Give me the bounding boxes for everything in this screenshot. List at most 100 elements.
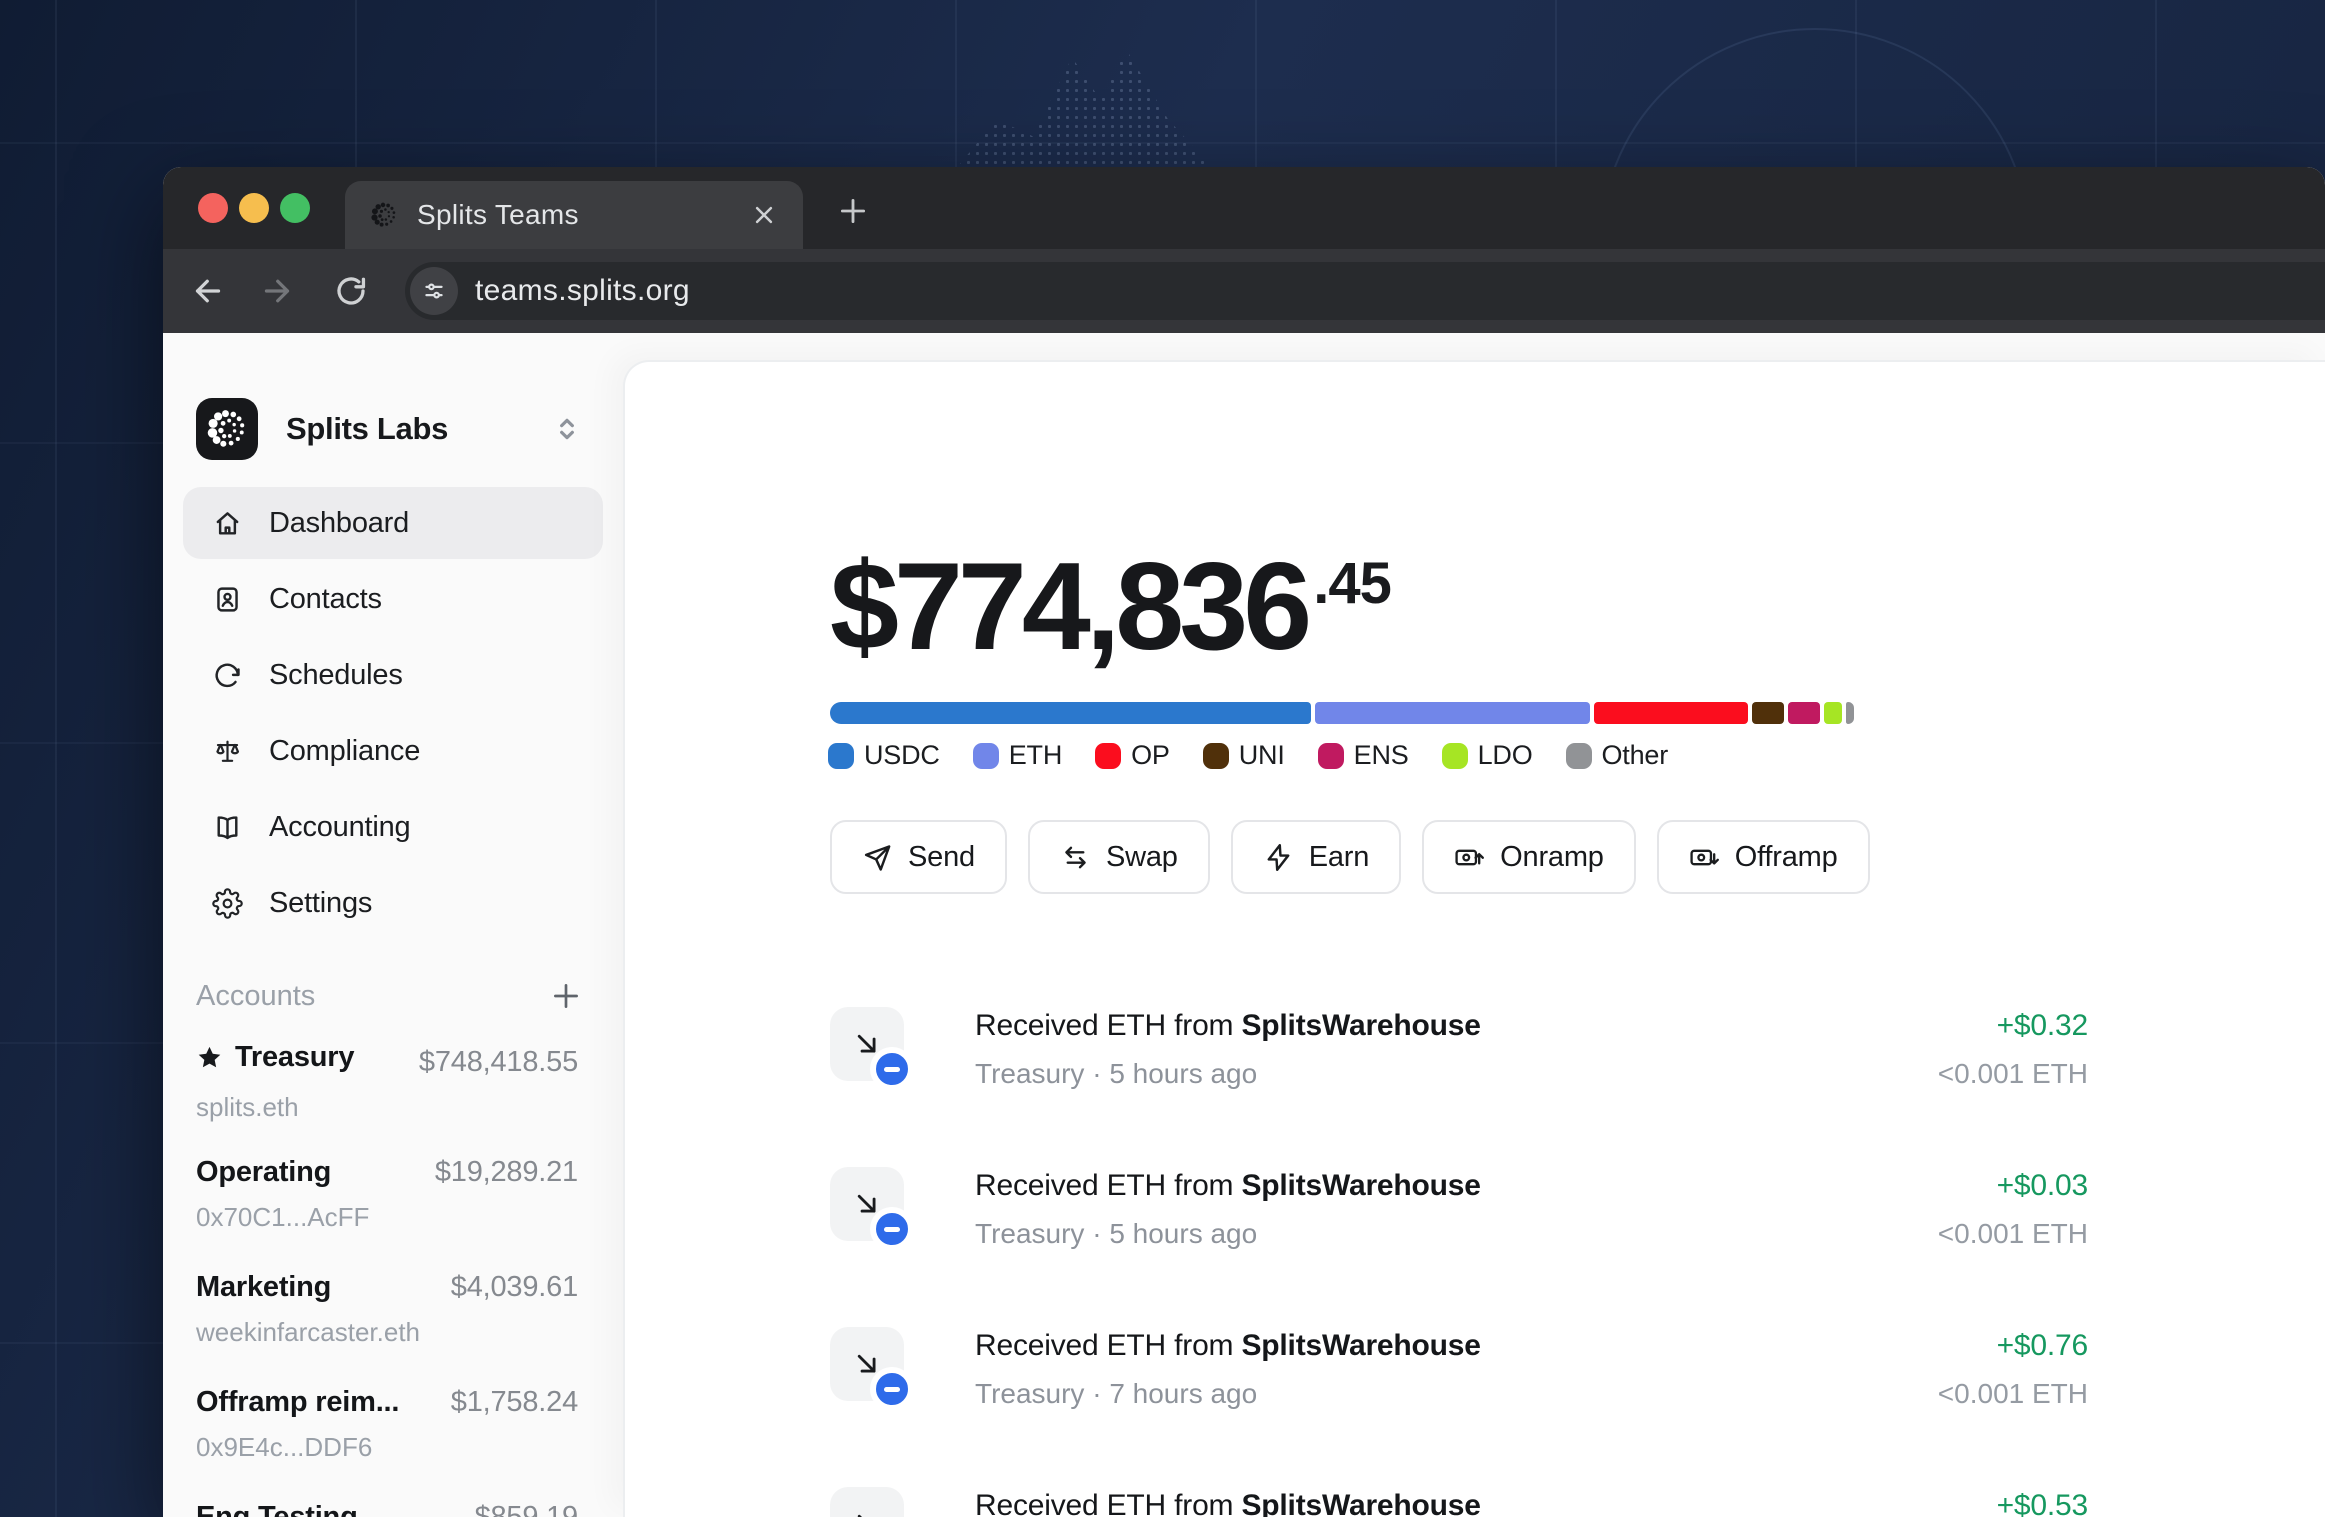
account-row-operating[interactable]: Operating $19,289.21 0x70C1...AcFF [196, 1156, 578, 1233]
traffic-light-close-icon[interactable] [198, 193, 228, 223]
app-page: Splits Labs Dashboard Contacts Schedules… [163, 333, 2325, 1517]
tab-strip: Splits Teams [163, 167, 2325, 249]
transaction-amounts: +$0.53 [1996, 1489, 2089, 1517]
address-bar[interactable]: teams.splits.org [405, 262, 2325, 320]
accounts-section-header: Accounts [196, 978, 583, 1014]
traffic-light-minimize-icon[interactable] [239, 193, 269, 223]
sidebar-item-compliance[interactable]: Compliance [183, 715, 603, 787]
sidebar-item-schedules[interactable]: Schedules [183, 639, 603, 711]
allocation-segment-other [1845, 702, 1855, 724]
account-detail: weekinfarcaster.eth [196, 1317, 421, 1347]
transaction-row[interactable]: Received ETH from SplitsWarehouse Treasu… [830, 1167, 2088, 1277]
chevron-up-down-icon[interactable] [551, 413, 583, 445]
transaction-token-amount: <0.001 ETH [1937, 1378, 2088, 1409]
account-balance: $19,289.21 [434, 1156, 578, 1188]
eth-color-chip [972, 742, 999, 769]
legend-item-ens: ENS [1317, 740, 1409, 771]
browser-toolbar: teams.splits.org [163, 249, 2325, 333]
account-row-offramp-reimbursement[interactable]: Offramp reim... $1,758.24 0x9E4c...DDF6 [196, 1386, 578, 1463]
onramp-icon [1455, 849, 1485, 865]
account-row-treasury[interactable]: Treasury $748,418.55 splits.eth [196, 1041, 578, 1123]
other-color-chip [1565, 742, 1592, 769]
site-settings-button[interactable] [410, 267, 458, 315]
account-name: Offramp reim... [196, 1386, 400, 1418]
received-icon-tile [830, 1007, 914, 1091]
send-button[interactable]: Send [830, 820, 1007, 894]
ens-color-chip [1317, 742, 1344, 769]
new-tab-button[interactable] [831, 189, 875, 233]
eth-badge-dash [884, 1386, 900, 1392]
account-detail: 0x70C1...AcFF [196, 1202, 370, 1232]
sidebar-item-label: Schedules [269, 658, 403, 691]
account-detail: splits.eth [196, 1092, 299, 1122]
scale-icon [216, 740, 240, 762]
transaction-token-amount: <0.001 ETH [1937, 1218, 2088, 1249]
account-name: Marketing [196, 1271, 332, 1303]
transaction-amounts: +$0.32 <0.001 ETH [1938, 1009, 2088, 1090]
lightning-icon [1267, 843, 1290, 871]
transaction-row[interactable]: Received ETH from SplitsWarehouse +$0.53 [830, 1487, 2088, 1517]
transaction-row[interactable]: Received ETH from SplitsWarehouse Treasu… [830, 1327, 2088, 1437]
transaction-token-amount: <0.001 ETH [1937, 1058, 2088, 1089]
tune-icon [425, 283, 443, 299]
transaction-amounts: +$0.03 <0.001 ETH [1938, 1169, 2088, 1250]
book-icon [217, 815, 238, 839]
sidebar-nav: Dashboard Contacts Schedules Compliance … [183, 487, 603, 943]
allocation-segment-op [1593, 702, 1749, 724]
plus-icon [840, 198, 866, 224]
transaction-amounts: +$0.76 <0.001 ETH [1938, 1329, 2088, 1410]
sidebar-item-settings[interactable]: Settings [183, 867, 603, 939]
legend-item-uni: UNI [1202, 740, 1285, 771]
received-icon-tile [830, 1487, 904, 1517]
sidebar-item-label: Compliance [269, 734, 421, 767]
sidebar: Splits Labs Dashboard Contacts Schedules… [163, 333, 623, 1517]
offramp-button[interactable]: Offramp [1656, 820, 1870, 894]
back-icon[interactable] [190, 273, 226, 309]
sidebar-item-dashboard[interactable]: Dashboard [183, 487, 603, 559]
desktop-background: Splits Teams teams.splits.org Splits Lab… [0, 0, 2325, 1517]
transaction-row[interactable]: Received ETH from SplitsWarehouse Treasu… [830, 1007, 2088, 1117]
sidebar-item-accounting[interactable]: Accounting [183, 791, 603, 863]
browser-window: Splits Teams teams.splits.org Splits Lab… [163, 167, 2325, 1517]
reload-icon[interactable] [333, 273, 369, 309]
sidebar-item-label: Accounting [269, 810, 411, 843]
account-row-eng-testing[interactable]: Eng Testing $859.19 [196, 1501, 578, 1517]
arrow-down-right-icon [857, 1514, 863, 1517]
allocation-bar [830, 702, 1855, 724]
eth-token-badge [870, 1367, 914, 1411]
uni-color-chip [1202, 742, 1229, 769]
onramp-button[interactable]: Onramp [1422, 820, 1636, 894]
earn-button[interactable]: Earn [1230, 820, 1402, 894]
account-detail: 0x9E4c...DDF6 [196, 1432, 373, 1462]
star-icon [198, 1046, 221, 1068]
received-icon-tile [830, 1327, 914, 1411]
eth-badge-dash [884, 1226, 900, 1232]
traffic-light-zoom-icon[interactable] [280, 193, 310, 223]
received-icon-tile [830, 1167, 914, 1251]
transaction-meta: Treasury · 7 hours ago [975, 1378, 1258, 1409]
transaction-title: Received ETH from SplitsWarehouse [975, 1489, 1481, 1517]
account-row-marketing[interactable]: Marketing $4,039.61 weekinfarcaster.eth [196, 1271, 578, 1348]
total-balance: $774,836 .45 [830, 545, 1392, 669]
dashboard-card: $774,836 .45 USDC ETH OP UNI ENS LDO Oth… [623, 360, 2325, 1517]
allocation-segment-uni [1752, 702, 1785, 724]
plus-icon[interactable] [549, 979, 583, 1013]
account-name: Treasury [196, 1041, 419, 1074]
transaction-body: Received ETH from SplitsWarehouse Treasu… [975, 1329, 1481, 1410]
forward-icon[interactable] [259, 273, 295, 309]
swap-button[interactable]: Swap [1027, 820, 1210, 894]
sidebar-item-contacts[interactable]: Contacts [183, 563, 603, 635]
eth-token-badge [870, 1047, 914, 1091]
url-text: teams.splits.org [475, 274, 690, 307]
account-balance: $859.19 [474, 1501, 579, 1517]
close-icon[interactable] [749, 200, 779, 230]
splits-logo-icon [196, 398, 258, 460]
account-balance: $1,758.24 [450, 1386, 578, 1418]
org-switcher[interactable]: Splits Labs [196, 397, 583, 461]
transaction-title: Received ETH from SplitsWarehouse [975, 1329, 1481, 1362]
allocation-segment-ens [1788, 702, 1820, 724]
account-balance: $748,418.55 [418, 1046, 578, 1078]
cycle-icon [215, 663, 240, 687]
browser-tab[interactable]: Splits Teams [345, 181, 803, 249]
transaction-usd-amount: +$0.53 [1996, 1489, 2089, 1517]
